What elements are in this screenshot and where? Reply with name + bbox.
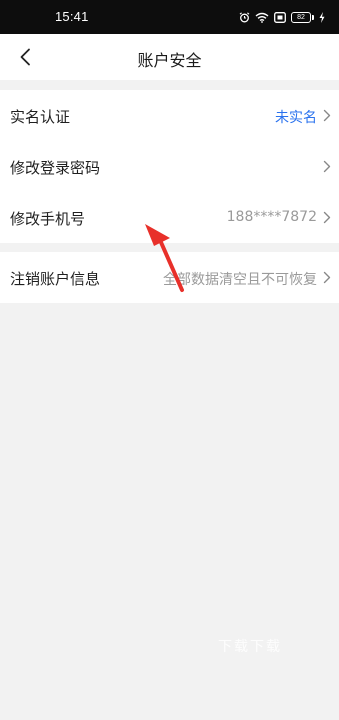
row-label: 实名认证: [10, 108, 71, 126]
phone-number: 188****7872: [226, 209, 317, 225]
chevron-right-icon: [323, 109, 331, 122]
row-label: 注销账户信息: [10, 270, 101, 288]
watermark: 下载下载: [218, 639, 282, 655]
chevron-right-icon: [323, 271, 331, 284]
delete-account-row[interactable]: 注销账户信息 全部数据清空且不可恢复: [0, 252, 339, 303]
delete-account-group: 注销账户信息 全部数据清空且不可恢复: [0, 252, 339, 303]
chevron-right-icon: [323, 211, 331, 224]
page-title: 账户安全: [137, 51, 202, 70]
status-icons: 82: [239, 9, 325, 25]
settings-group: 实名认证 未实名 修改登录密码 修改手机号 188****7872: [0, 90, 339, 243]
status-bar: 15:41 82: [0, 0, 339, 34]
wifi-icon: [255, 12, 269, 23]
charging-icon: [319, 11, 325, 23]
battery-icon: 82: [291, 11, 314, 23]
account-security-screen: 15:41 82 账户安全 实名认证 未实名 修改登录密码 修改手机号 188*…: [0, 0, 339, 720]
battery-level: 82: [291, 11, 311, 23]
row-label: 修改登录密码: [10, 159, 101, 177]
chevron-right-icon: [323, 160, 331, 173]
verification-status: 未实名: [275, 110, 317, 126]
change-phone-number-row[interactable]: 修改手机号 188****7872: [0, 192, 339, 243]
change-login-password-row[interactable]: 修改登录密码: [0, 141, 339, 192]
real-name-verification-row[interactable]: 实名认证 未实名: [0, 90, 339, 141]
nav-bar: 账户安全: [0, 34, 339, 80]
sim-icon: [274, 11, 286, 23]
alarm-icon: [239, 11, 250, 22]
row-label: 修改手机号: [10, 210, 86, 228]
delete-warning: 全部数据清空且不可恢复: [163, 272, 317, 288]
status-time: 15:41: [55, 9, 89, 24]
